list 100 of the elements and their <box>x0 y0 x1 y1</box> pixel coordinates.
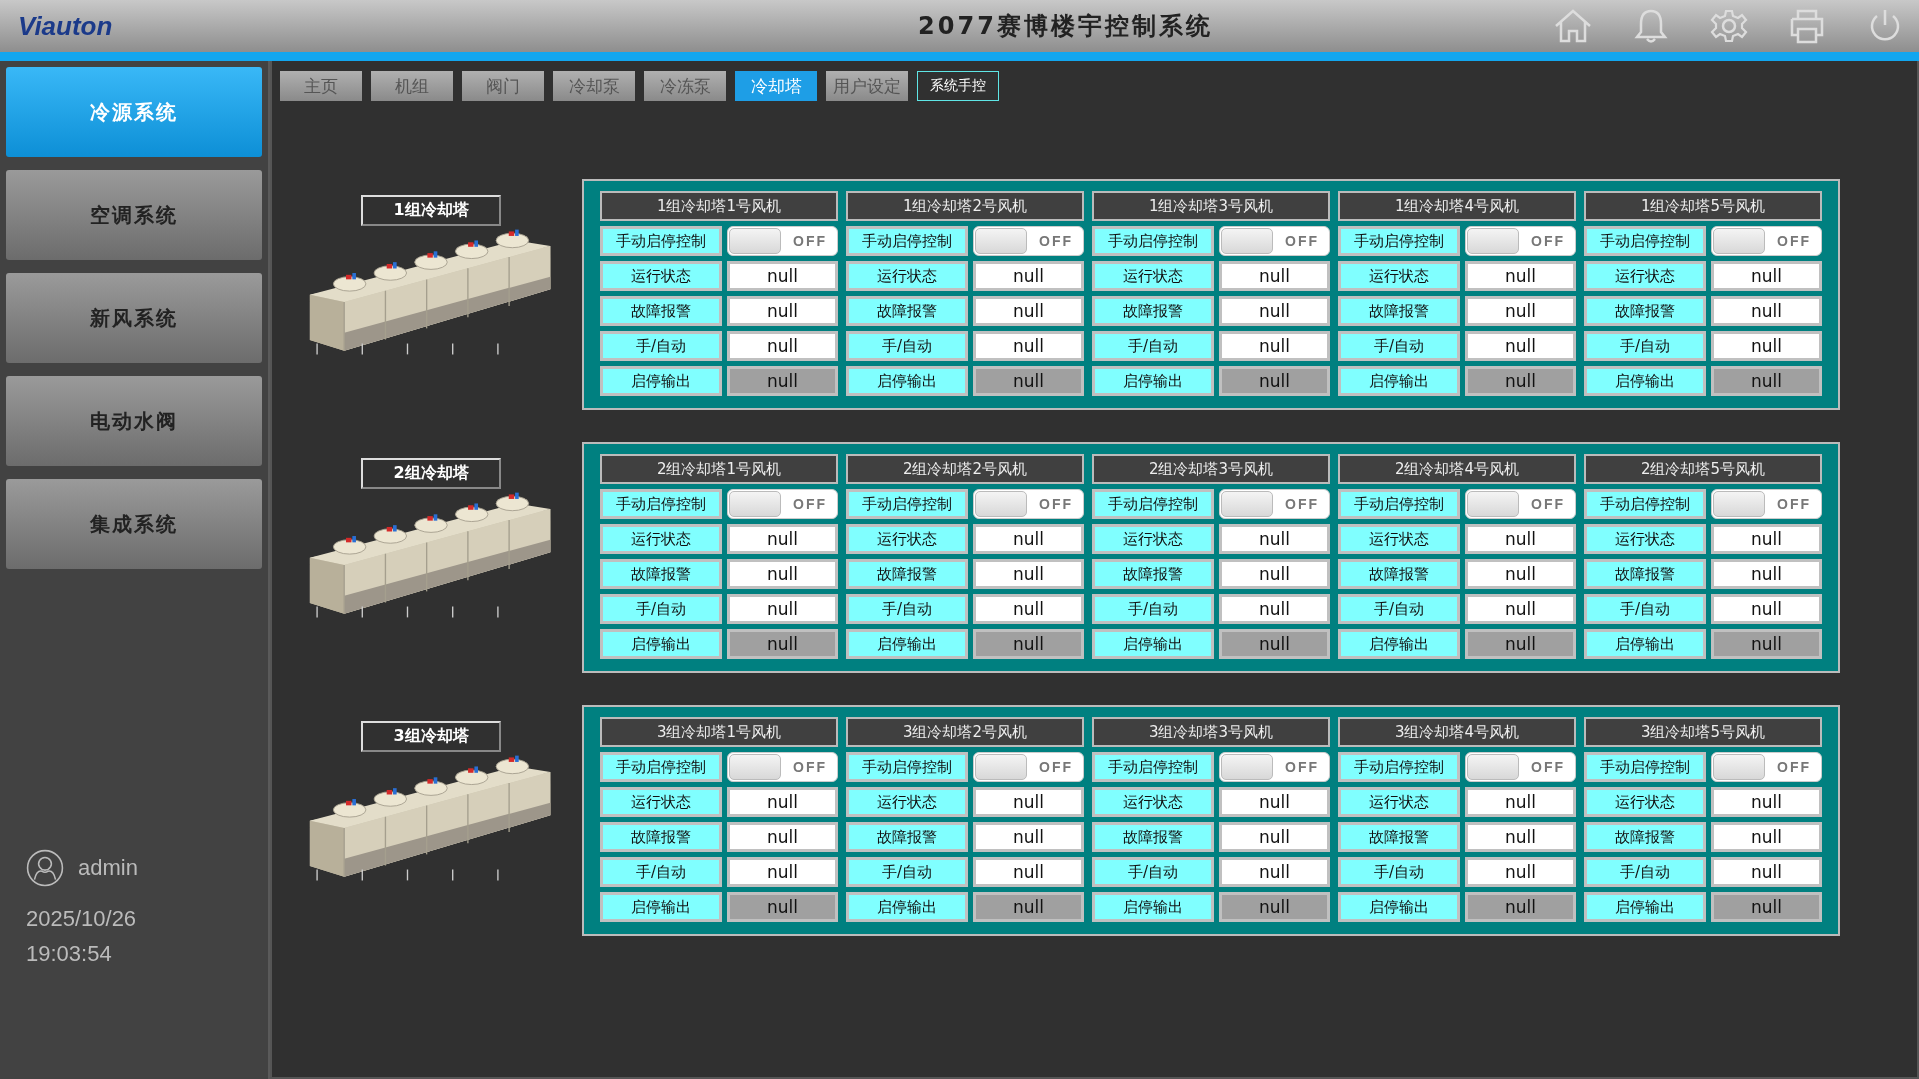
toggle-switch[interactable]: OFF <box>973 489 1084 519</box>
row-label: 手动启停控制 <box>1584 752 1706 782</box>
sidebar-item[interactable]: 新风系统 <box>6 273 262 363</box>
row-label: 手/自动 <box>600 594 722 624</box>
row-label: 手动启停控制 <box>1092 489 1214 519</box>
row-label: 启停输出 <box>1584 892 1706 922</box>
value-cell: null <box>1711 629 1822 659</box>
value-cell: null <box>1219 822 1330 852</box>
value-cell: null <box>973 559 1084 589</box>
row-label: 启停输出 <box>846 892 968 922</box>
tab[interactable]: 阀门 <box>462 71 544 101</box>
fan-title: 2组冷却塔2号风机 <box>846 454 1084 484</box>
row-label: 故障报警 <box>600 559 722 589</box>
row-label: 启停输出 <box>846 629 968 659</box>
toggle-switch[interactable]: OFF <box>1465 752 1576 782</box>
fan-title: 1组冷却塔4号风机 <box>1338 191 1576 221</box>
row-label: 启停输出 <box>1092 892 1214 922</box>
time-text: 19:03:54 <box>25 941 113 967</box>
sidebar-item[interactable]: 空调系统 <box>6 170 262 260</box>
row-label: 运行状态 <box>1092 787 1214 817</box>
value-cell: null <box>1711 594 1822 624</box>
value-cell: null <box>727 594 838 624</box>
toggle-switch[interactable]: OFF <box>1465 226 1576 256</box>
settings-icon[interactable] <box>1709 8 1749 44</box>
toggle-switch[interactable]: OFF <box>1465 489 1576 519</box>
row-label: 启停输出 <box>1338 892 1460 922</box>
row-label: 手动启停控制 <box>1338 752 1460 782</box>
user-avatar-icon <box>26 849 64 887</box>
home-icon[interactable] <box>1553 8 1593 44</box>
tab[interactable]: 主页 <box>280 71 362 101</box>
row-label: 手动启停控制 <box>1092 752 1214 782</box>
row-label: 启停输出 <box>1338 366 1460 396</box>
toggle-switch[interactable]: OFF <box>1711 489 1822 519</box>
toggle-switch[interactable]: OFF <box>1711 226 1822 256</box>
tab[interactable]: 用户设定 <box>826 71 908 101</box>
date-text: 2025/10/26 <box>25 906 138 932</box>
row-label: 运行状态 <box>1338 261 1460 291</box>
toggle-switch[interactable]: OFF <box>973 752 1084 782</box>
row-label: 故障报警 <box>600 822 722 852</box>
toggle-switch[interactable]: OFF <box>727 226 838 256</box>
value-cell: null <box>1465 857 1576 887</box>
value-cell: null <box>1465 594 1576 624</box>
value-cell: null <box>1219 331 1330 361</box>
row-label: 手/自动 <box>1338 857 1460 887</box>
value-cell: null <box>973 524 1084 554</box>
fan-title: 3组冷却塔4号风机 <box>1338 717 1576 747</box>
value-cell: null <box>973 892 1084 922</box>
row-label: 运行状态 <box>1338 524 1460 554</box>
row-label: 手/自动 <box>1092 857 1214 887</box>
row-label: 启停输出 <box>1584 629 1706 659</box>
tab[interactable]: 机组 <box>371 71 453 101</box>
toggle-switch[interactable]: OFF <box>727 752 838 782</box>
fan-title: 3组冷却塔2号风机 <box>846 717 1084 747</box>
row-label: 运行状态 <box>1584 524 1706 554</box>
logo: Viauton <box>18 10 114 42</box>
value-cell: null <box>1465 261 1576 291</box>
row-label: 运行状态 <box>600 787 722 817</box>
toggle-switch[interactable]: OFF <box>973 226 1084 256</box>
value-cell: null <box>1711 559 1822 589</box>
manual-control-button[interactable]: 系统手控 <box>917 71 999 101</box>
row-label: 手/自动 <box>600 857 722 887</box>
value-cell: null <box>1465 331 1576 361</box>
row-label: 手/自动 <box>1584 331 1706 361</box>
row-label: 手/自动 <box>1092 594 1214 624</box>
row-label: 手/自动 <box>1338 594 1460 624</box>
sidebar-item[interactable]: 集成系统 <box>6 479 262 569</box>
toggle-switch[interactable]: OFF <box>1219 489 1330 519</box>
value-cell: null <box>1465 822 1576 852</box>
row-label: 故障报警 <box>1338 296 1460 326</box>
toggle-switch[interactable]: OFF <box>727 489 838 519</box>
row-label: 故障报警 <box>846 296 968 326</box>
row-label: 故障报警 <box>1092 559 1214 589</box>
tab[interactable]: 冷却塔 <box>735 71 817 101</box>
toggle-switch[interactable]: OFF <box>1711 752 1822 782</box>
row-label: 故障报警 <box>846 559 968 589</box>
sidebar-item[interactable]: 冷源系统 <box>6 67 262 157</box>
row-label: 手/自动 <box>846 857 968 887</box>
fan-title: 1组冷却塔5号风机 <box>1584 191 1822 221</box>
toggle-switch[interactable]: OFF <box>1219 752 1330 782</box>
row-label: 运行状态 <box>1092 261 1214 291</box>
row-label: 故障报警 <box>1338 822 1460 852</box>
row-label: 运行状态 <box>1584 787 1706 817</box>
row-label: 运行状态 <box>600 261 722 291</box>
row-label: 运行状态 <box>846 787 968 817</box>
row-label: 故障报警 <box>1092 296 1214 326</box>
value-cell: null <box>1219 559 1330 589</box>
row-label: 启停输出 <box>1092 366 1214 396</box>
value-cell: null <box>1711 892 1822 922</box>
toggle-switch[interactable]: OFF <box>1219 226 1330 256</box>
row-label: 手动启停控制 <box>600 226 722 256</box>
value-cell: null <box>973 331 1084 361</box>
fan-title: 1组冷却塔2号风机 <box>846 191 1084 221</box>
fan-title: 2组冷却塔5号风机 <box>1584 454 1822 484</box>
sidebar-item[interactable]: 电动水阀 <box>6 376 262 466</box>
row-label: 手/自动 <box>846 331 968 361</box>
value-cell: null <box>1465 366 1576 396</box>
value-cell: null <box>973 594 1084 624</box>
tab[interactable]: 冷冻泵 <box>644 71 726 101</box>
tab[interactable]: 冷却泵 <box>553 71 635 101</box>
tower-group-label: 3组冷却塔 <box>361 721 501 752</box>
